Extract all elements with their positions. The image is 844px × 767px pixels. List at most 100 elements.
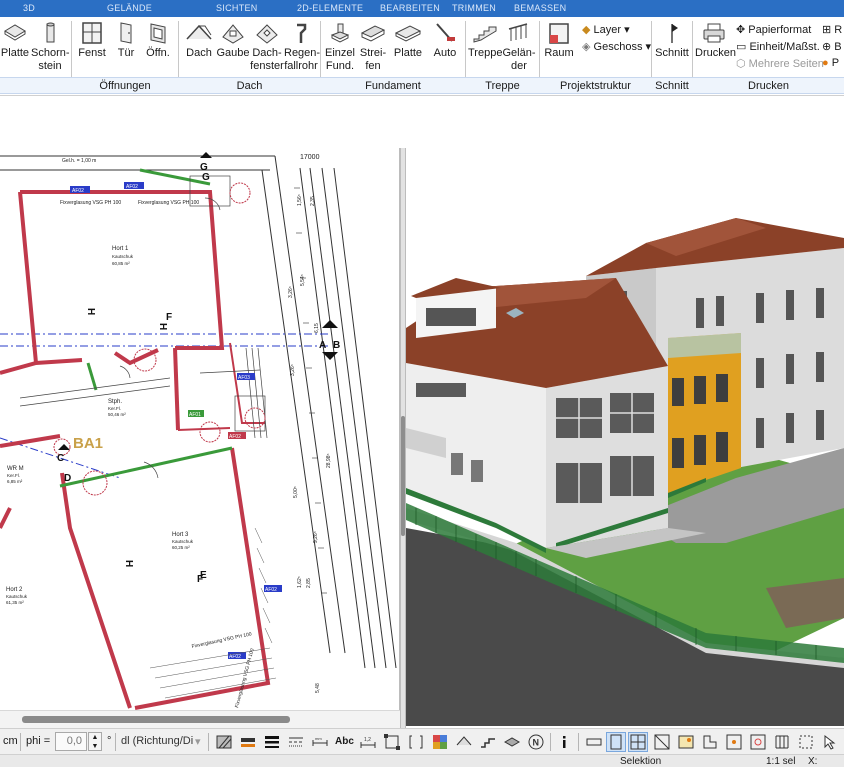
- tab-bearbeiten[interactable]: BEARBEITEN: [380, 3, 440, 13]
- view-image-icon[interactable]: [676, 732, 696, 752]
- dimension-style-icon[interactable]: mm: [310, 732, 330, 752]
- schornstein-button[interactable]: Schorn- stein: [31, 21, 70, 79]
- section-mark-b: B: [333, 340, 340, 351]
- gelaender-label: Gelän- der: [502, 47, 536, 72]
- auto-button[interactable]: Auto: [428, 21, 462, 79]
- status-x-coordinate: X:: [808, 756, 818, 767]
- railing-icon: [508, 23, 528, 41]
- papierformat-button[interactable]: ✥ Papierformat: [736, 23, 811, 36]
- fundamentplatte-button[interactable]: Platte: [390, 21, 426, 79]
- b-button[interactable]: ⊕ B: [822, 40, 842, 53]
- info-icon[interactable]: [554, 732, 574, 752]
- room-area-hort2: 61,35 m²: [6, 600, 24, 605]
- tuer-button[interactable]: Tür: [111, 21, 141, 79]
- fill-icon[interactable]: [238, 732, 258, 752]
- view-plan-icon[interactable]: [700, 732, 720, 752]
- dl-dropdown-arrow[interactable]: ▾: [195, 735, 201, 748]
- room-sub-wrm: Ker.Fl.: [7, 473, 20, 478]
- door-icon: [120, 22, 132, 44]
- tab-2d-elemente[interactable]: 2D-ELEMENTE: [297, 3, 363, 13]
- view-snap-icon[interactable]: [724, 732, 744, 752]
- einzelfundament-button[interactable]: Einzel Fund.: [324, 21, 356, 79]
- view-target-icon[interactable]: [748, 732, 768, 752]
- gaube-button[interactable]: Gaube: [216, 21, 250, 79]
- auto-label: Auto: [433, 47, 457, 59]
- plan-horizontal-scrollbar[interactable]: [0, 710, 400, 728]
- treppe-button[interactable]: Treppe: [468, 21, 502, 79]
- cursor-icon[interactable]: [820, 732, 840, 752]
- scrollbar-thumb[interactable]: [22, 716, 290, 723]
- slab-tool-icon[interactable]: [502, 732, 522, 752]
- layer-dropdown[interactable]: ◆ Layer ▾: [582, 23, 630, 36]
- dim-right-2: 2,35: [310, 196, 316, 206]
- room-area-hort3: 60,25 m²: [172, 545, 190, 550]
- paper-format-icon: ✥: [736, 24, 746, 36]
- b-label: B: [834, 41, 842, 53]
- gelaender-button[interactable]: Gelän- der: [502, 21, 536, 79]
- line-style-icon[interactable]: [286, 732, 306, 752]
- einheit-massstab-button[interactable]: ▭ Einheit/Maßst.: [736, 40, 820, 53]
- view-2d-icon[interactable]: [584, 732, 604, 752]
- tag-af02-1: AF02: [72, 188, 84, 194]
- tab-3d[interactable]: 3D: [23, 3, 35, 13]
- north-icon[interactable]: N: [526, 732, 546, 752]
- room-area-wrm: 6,85 m²: [7, 479, 23, 484]
- r-label: R: [834, 24, 843, 36]
- drucken-button[interactable]: Drucken: [695, 21, 736, 79]
- roof-tool-icon[interactable]: [454, 732, 474, 752]
- color-palette-icon[interactable]: [430, 732, 450, 752]
- floor-plan-viewport[interactable]: 17000 Gel.h. = 1,00 m 1,56⁵ 2,35 5,54⁵ 3…: [0, 148, 400, 710]
- mehrere-seiten-button[interactable]: ⬡ Mehrere Seiten: [736, 57, 824, 70]
- view-split-icon[interactable]: [628, 732, 648, 752]
- schnitt-label: Schnitt: [655, 47, 689, 59]
- geschoss-dropdown[interactable]: ◈ Geschoss ▾: [582, 40, 651, 53]
- pages-icon: ⬡: [736, 58, 746, 70]
- room-name-hort1: Hort 1: [112, 246, 129, 252]
- oeffnung-label: Öffn.: [146, 47, 170, 59]
- phi-input[interactable]: 0,0: [55, 732, 87, 751]
- section-mark-f2: F: [197, 574, 203, 585]
- single-foundation-icon: [330, 23, 350, 43]
- view-frame-icon[interactable]: [606, 732, 626, 752]
- tab-gelaende[interactable]: GELÄNDE: [107, 3, 152, 13]
- text-style-icon[interactable]: Abc: [334, 732, 354, 752]
- gaube-label: Gaube: [216, 47, 250, 59]
- raum-button[interactable]: Raum: [542, 21, 576, 79]
- stairs-tool-icon[interactable]: [478, 732, 498, 752]
- tab-bemassen[interactable]: BEMASSEN: [514, 3, 566, 13]
- hatch-pattern-icon[interactable]: [214, 732, 234, 752]
- splitter-grip[interactable]: [401, 416, 405, 536]
- frame-select-icon[interactable]: [382, 732, 402, 752]
- empty-area: [0, 96, 844, 148]
- schnitt-button[interactable]: Schnitt: [654, 21, 690, 79]
- line-weight-icon[interactable]: [262, 732, 282, 752]
- oeffnung-button[interactable]: Öffn.: [142, 21, 174, 79]
- dimension-text-icon[interactable]: 1,2: [358, 732, 378, 752]
- room-area-hort1: 60,85 m²: [112, 261, 130, 266]
- fenster-button[interactable]: Fenst: [74, 21, 110, 79]
- streifenfundament-button[interactable]: Strei- fen: [356, 21, 390, 79]
- bracket-icon[interactable]: [406, 732, 426, 752]
- room-name-hort3: Hort 3: [172, 532, 189, 538]
- tab-trimmen[interactable]: TRIMMEN: [452, 3, 496, 13]
- dachfenster-button[interactable]: Dach- fenster: [250, 21, 284, 79]
- r-button[interactable]: ⊞ R: [822, 23, 842, 36]
- dach-button[interactable]: Dach: [182, 21, 216, 79]
- schornstein-label: Schorn- stein: [31, 47, 70, 72]
- phi-spinner[interactable]: ▲ ▼: [88, 732, 102, 751]
- separator: [115, 733, 116, 751]
- printer-icon: [703, 23, 725, 43]
- stairs-icon: [473, 26, 497, 43]
- 3d-viewport[interactable]: [406, 148, 844, 726]
- platte-button[interactable]: Platte: [0, 21, 30, 79]
- tab-sichten[interactable]: SICHTEN: [216, 3, 258, 13]
- view-dotted-icon[interactable]: [796, 732, 816, 752]
- tag-af02-3: AF02: [229, 434, 241, 440]
- glazing-label-2: Fixverglasung VSG PH 100: [138, 200, 199, 206]
- dim-right-9: 9,26⁵: [313, 531, 319, 543]
- p-button[interactable]: ● P: [822, 57, 839, 69]
- view-3d-grid-icon[interactable]: [652, 732, 672, 752]
- view-grid-icon[interactable]: [772, 732, 792, 752]
- group-schnitt: Schnitt: [655, 80, 689, 92]
- regenfallrohr-button[interactable]: Regen- fallrohr: [284, 21, 320, 79]
